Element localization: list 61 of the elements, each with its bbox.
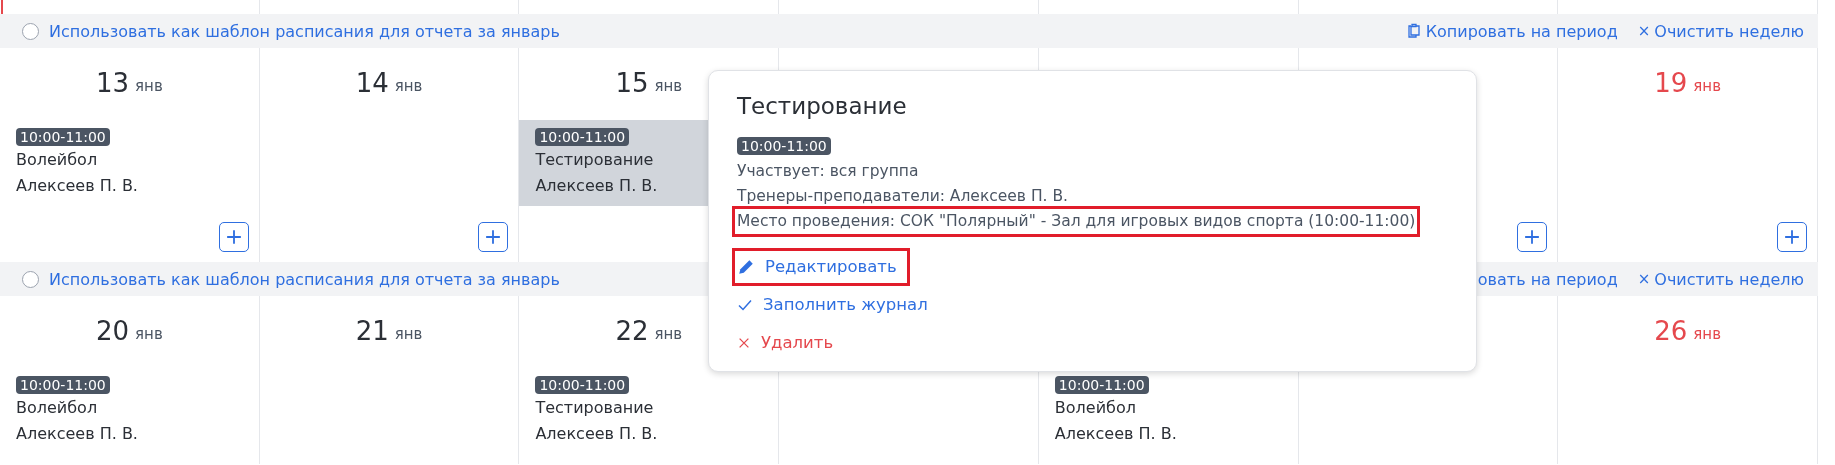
day-number: 26 xyxy=(1654,316,1688,346)
edit-action[interactable]: Редактировать xyxy=(732,248,910,286)
pencil-icon xyxy=(737,258,755,276)
month-label: янв xyxy=(135,77,163,95)
add-button[interactable] xyxy=(1517,222,1548,252)
time-badge: 10:00-11:00 xyxy=(535,128,630,146)
plus-icon xyxy=(1784,229,1800,245)
coach-name: Алексеев П. В. xyxy=(535,175,658,197)
event-title: Тестирование xyxy=(535,149,654,171)
check-icon xyxy=(737,297,753,313)
day-number: 22 xyxy=(615,316,649,346)
month-label: янв xyxy=(1693,325,1721,343)
event-card[interactable]: 10:00-11:00 Волейбол Алексеев П. В. xyxy=(1038,368,1298,454)
event-title: Волейбол xyxy=(1054,397,1136,419)
month-label: янв xyxy=(1693,77,1721,95)
clipboard-icon xyxy=(1405,23,1422,39)
event-title: Волейбол xyxy=(16,149,98,171)
add-button[interactable] xyxy=(478,222,509,252)
plus-icon xyxy=(1524,229,1541,245)
coach-name: Алексеев П. В. xyxy=(16,175,138,197)
month-label: янв xyxy=(654,77,683,95)
clear-week-link[interactable]: × Очистить неделю xyxy=(1637,21,1804,41)
month-label: янв xyxy=(394,325,423,343)
coach-name: Алексеев П. В. xyxy=(1054,423,1177,445)
check-action[interactable]: Заполнить журнал xyxy=(732,286,941,324)
event-card[interactable]: 10:00-11:00 Тестирование Алексеев П. В. xyxy=(519,368,779,454)
today-marker xyxy=(1,0,3,14)
plus-icon xyxy=(485,229,502,245)
event-card[interactable]: 10:00-11:00 Волейбол Алексеев П. В. xyxy=(0,120,259,206)
day-number: 21 xyxy=(355,316,389,346)
coach-name: Алексеев П. В. xyxy=(535,423,658,445)
radio-button[interactable] xyxy=(22,22,39,40)
day-number: 19 xyxy=(1654,68,1688,98)
day-number: 15 xyxy=(615,68,649,98)
time-badge: 10:00-11:00 xyxy=(737,137,831,155)
time-badge: 10:00-11:00 xyxy=(535,376,630,394)
coach-name: Алексеев П. В. xyxy=(16,423,138,445)
day-number: 20 xyxy=(95,316,130,346)
month-label: янв xyxy=(394,77,423,95)
day-number: 14 xyxy=(355,68,389,98)
time-badge: 10:00-11:00 xyxy=(16,128,110,146)
time-badge: 10:00-11:00 xyxy=(1054,376,1149,394)
radio-button[interactable] xyxy=(22,270,39,288)
add-button[interactable] xyxy=(218,222,249,252)
copy-period-link[interactable]: Копировать на период xyxy=(1405,21,1618,41)
plus-icon xyxy=(225,229,242,245)
delete-action[interactable]: Удалить xyxy=(732,324,847,362)
event-title: Волейбол xyxy=(16,397,98,419)
event-card[interactable]: 10:00-11:00 Волейбол Алексеев П. В. xyxy=(0,368,259,454)
template-link[interactable]: Использовать как шаблон расписания для отчета за январь xyxy=(49,21,560,41)
month-label: янв xyxy=(654,325,683,343)
day-number: 13 xyxy=(95,68,130,98)
time-badge: 10:00-11:00 xyxy=(16,376,110,394)
add-button[interactable] xyxy=(1777,222,1807,252)
event-title: Тестирование xyxy=(535,397,654,419)
popup-title: Тестирование xyxy=(737,93,907,119)
close-icon xyxy=(737,336,751,350)
template-link[interactable]: Использовать как шаблон расписания для отчета за январь xyxy=(49,269,560,289)
copy-period-link[interactable]: овать на период xyxy=(1477,269,1618,289)
month-label: янв xyxy=(135,325,163,343)
clear-week-link[interactable]: × Очистить неделю xyxy=(1637,269,1804,289)
